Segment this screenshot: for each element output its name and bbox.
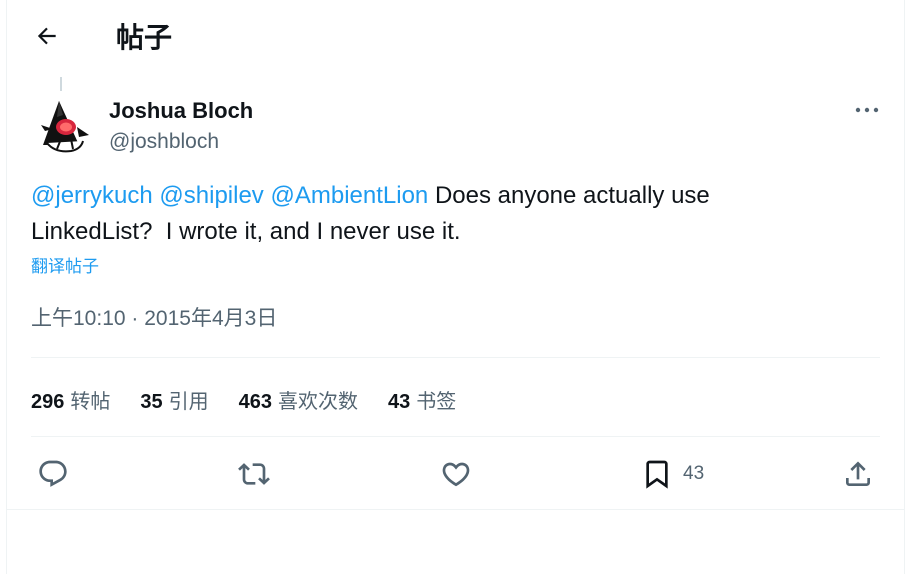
page-title: 帖子 (116, 22, 173, 53)
stat-quotes[interactable]: 35 引用 (140, 385, 208, 414)
divider (31, 436, 880, 437)
tweet-body-line1: Does anyone actually use (434, 182, 710, 209)
back-button[interactable] (29, 20, 65, 56)
author-avatar[interactable] (33, 95, 95, 157)
reply-button[interactable] (37, 454, 69, 494)
bookmark-button[interactable]: 43 (641, 454, 704, 494)
stat-likes[interactable]: 463 喜欢次数 (239, 385, 358, 414)
duke-mascot-icon (41, 101, 89, 153)
repost-icon (238, 458, 270, 490)
author-name[interactable]: Joshua Bloch (109, 97, 253, 125)
mention-link[interactable]: @jerrykuch (31, 182, 153, 209)
share-button[interactable] (842, 454, 874, 494)
share-icon (842, 458, 874, 490)
timestamp-separator: · (131, 307, 139, 330)
more-dots-icon (855, 101, 879, 119)
author-handle[interactable]: @joshbloch (109, 128, 219, 156)
more-options-button[interactable] (847, 92, 887, 128)
divider (31, 357, 880, 358)
translate-post-link[interactable]: 翻译帖子 (31, 255, 99, 279)
arrow-left-icon (34, 23, 60, 54)
engagement-stats: 296 转帖 35 引用 463 喜欢次数 43 书签 (31, 382, 486, 416)
page-header: 帖子 (7, 0, 904, 76)
divider (7, 509, 904, 510)
bookmark-count: 43 (683, 463, 705, 484)
thread-connector-line (60, 77, 62, 91)
post-detail-column: 帖子 Joshua Bloch @joshbloch @jerrykuch @s… (6, 0, 905, 574)
mention-link[interactable]: @AmbientLion (270, 182, 428, 209)
repost-button[interactable] (238, 454, 270, 494)
tweet-time[interactable]: 上午10:10 (31, 307, 126, 330)
stat-reposts[interactable]: 296 转帖 (31, 385, 110, 414)
tweet-body-line2: LinkedList? I wrote it, and I never use … (31, 218, 461, 245)
tweet-timestamp: 上午10:10 · 2015年4月3日 (31, 304, 277, 334)
tweet-date[interactable]: 2015年4月3日 (144, 307, 277, 330)
tweet-text: @jerrykuch @shipilev @AmbientLion Does a… (31, 178, 871, 250)
stat-bookmarks[interactable]: 43 书签 (388, 385, 456, 414)
reply-icon (37, 458, 69, 490)
mention-link[interactable]: @shipilev (159, 182, 263, 209)
bookmark-icon (641, 458, 673, 490)
heart-icon (440, 458, 472, 490)
like-button[interactable] (440, 454, 472, 494)
